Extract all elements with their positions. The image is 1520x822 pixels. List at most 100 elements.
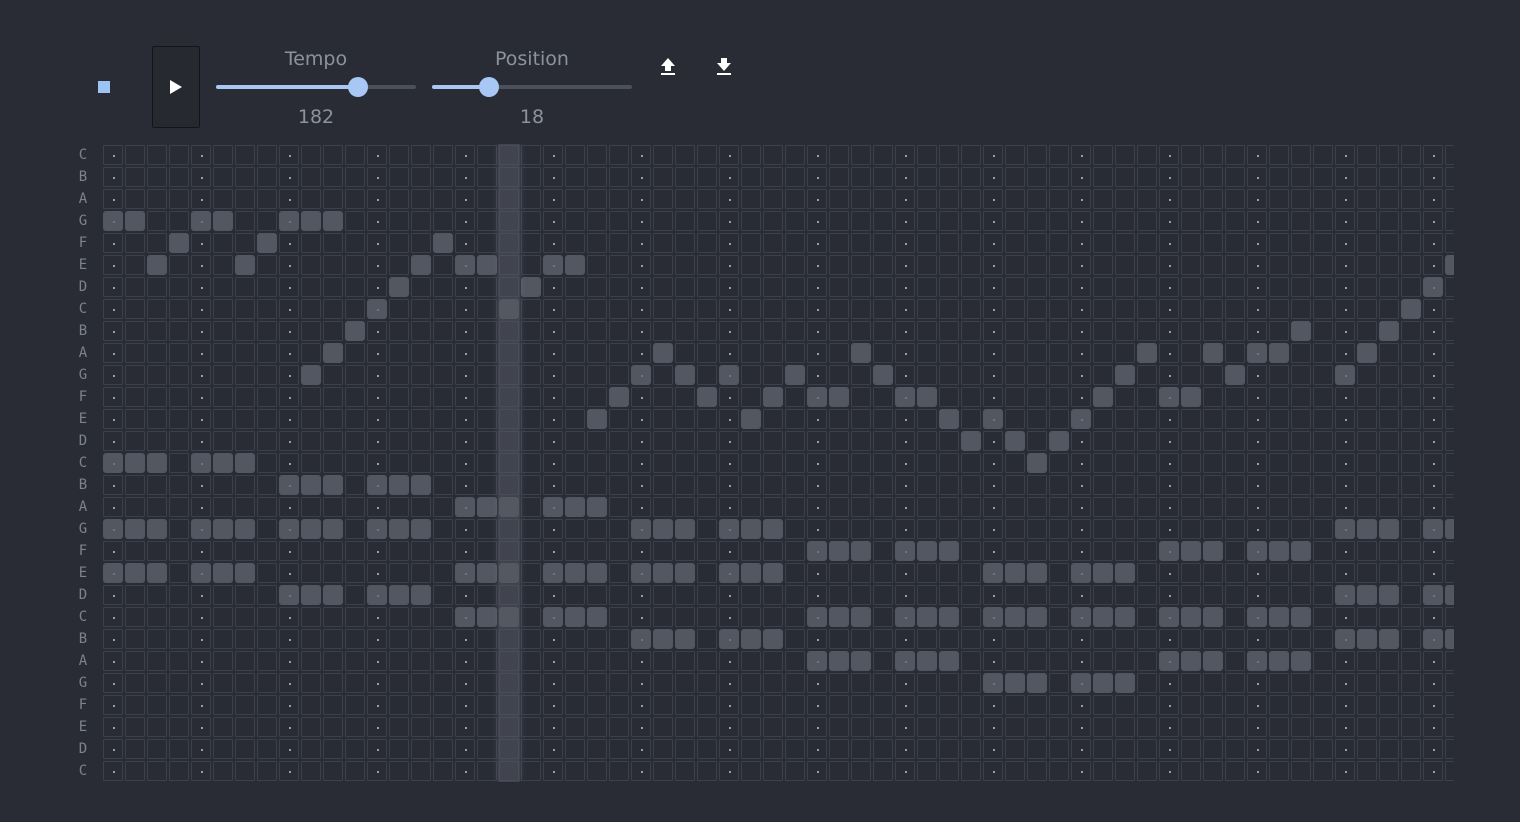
grid-cell[interactable] [1247,211,1267,231]
grid-cell[interactable] [1313,585,1333,605]
grid-cell-active[interactable] [521,277,541,297]
grid-cell[interactable] [1181,585,1201,605]
grid-cell-active[interactable] [1115,365,1135,385]
grid-cell[interactable] [741,475,761,495]
grid-cell[interactable] [961,343,981,363]
grid-cell[interactable] [213,673,233,693]
grid-cell-active[interactable] [1423,277,1443,297]
grid-cell[interactable] [675,585,695,605]
grid-cell[interactable] [1203,387,1223,407]
grid-cell[interactable] [1313,365,1333,385]
grid-cell[interactable] [323,277,343,297]
grid-cell[interactable] [983,761,1003,781]
grid-cell-active[interactable] [719,519,739,539]
grid-cell-active[interactable] [807,387,827,407]
grid-cell[interactable] [1115,431,1135,451]
grid-cell[interactable] [851,431,871,451]
grid-cell[interactable] [1335,761,1355,781]
grid-cell[interactable] [103,277,123,297]
grid-cell[interactable] [1423,255,1443,275]
grid-cell-active[interactable] [367,299,387,319]
grid-cell[interactable] [147,739,167,759]
grid-cell[interactable] [499,695,519,715]
grid-cell[interactable] [1401,761,1421,781]
grid-cell[interactable] [1093,629,1113,649]
grid-cell[interactable] [1335,343,1355,363]
grid-cell[interactable] [499,761,519,781]
grid-cell[interactable] [411,497,431,517]
grid-cell[interactable] [301,563,321,583]
grid-cell[interactable] [103,717,123,737]
grid-cell[interactable] [257,343,277,363]
grid-cell[interactable] [1225,321,1245,341]
grid-cell[interactable] [917,233,937,253]
grid-cell[interactable] [125,761,145,781]
grid-cell[interactable] [1423,717,1443,737]
grid-cell[interactable] [741,211,761,231]
grid-cell[interactable] [939,761,959,781]
grid-cell[interactable] [983,233,1003,253]
grid-cell[interactable] [125,629,145,649]
grid-cell[interactable] [1115,497,1135,517]
grid-cell[interactable] [169,255,189,275]
grid-cell[interactable] [961,233,981,253]
grid-cell[interactable] [125,189,145,209]
grid-cell-active[interactable] [213,453,233,473]
grid-cell[interactable] [455,651,475,671]
grid-cell[interactable] [323,541,343,561]
grid-cell[interactable] [1159,739,1179,759]
grid-cell[interactable] [1401,145,1421,165]
grid-cell-active[interactable] [609,387,629,407]
grid-cell[interactable] [1401,629,1421,649]
grid-cell[interactable] [983,629,1003,649]
grid-cell[interactable] [873,167,893,187]
grid-cell[interactable] [1049,739,1069,759]
grid-cell-active[interactable] [983,607,1003,627]
grid-cell[interactable] [433,299,453,319]
grid-cell[interactable] [301,541,321,561]
grid-cell[interactable] [697,343,717,363]
grid-cell[interactable] [389,717,409,737]
grid-cell[interactable] [1225,739,1245,759]
grid-cell[interactable] [103,607,123,627]
grid-cell[interactable] [609,343,629,363]
grid-cell[interactable] [587,387,607,407]
grid-cell[interactable] [565,189,585,209]
grid-cell[interactable] [939,563,959,583]
grid-cell[interactable] [1247,475,1267,495]
grid-cell[interactable] [1137,233,1157,253]
grid-cell[interactable] [411,211,431,231]
grid-cell[interactable] [917,343,937,363]
grid-cell[interactable] [323,409,343,429]
grid-cell-active[interactable] [1379,585,1399,605]
grid-cell[interactable] [345,607,365,627]
grid-cell[interactable] [279,761,299,781]
grid-cell[interactable] [279,607,299,627]
grid-cell[interactable] [1291,145,1311,165]
grid-cell-active[interactable] [147,255,167,275]
grid-cell[interactable] [851,255,871,275]
grid-cell[interactable] [785,145,805,165]
grid-cell[interactable] [1027,629,1047,649]
grid-cell[interactable] [653,277,673,297]
grid-cell[interactable] [433,365,453,385]
grid-cell[interactable] [521,563,541,583]
grid-cell-active[interactable] [323,211,343,231]
grid-cell[interactable] [1005,585,1025,605]
grid-cell[interactable] [1093,739,1113,759]
grid-cell[interactable] [477,211,497,231]
grid-cell[interactable] [499,673,519,693]
grid-cell[interactable] [1247,717,1267,737]
grid-cell[interactable] [829,629,849,649]
grid-cell[interactable] [279,343,299,363]
grid-cell-active[interactable] [477,255,497,275]
grid-cell[interactable] [1071,629,1091,649]
grid-cell-active[interactable] [851,343,871,363]
grid-cell-active[interactable] [1159,651,1179,671]
grid-cell[interactable] [257,585,277,605]
tempo-thumb[interactable] [348,77,368,97]
grid-cell[interactable] [1269,255,1289,275]
grid-cell[interactable] [433,651,453,671]
grid-cell[interactable] [499,717,519,737]
grid-cell-active[interactable] [807,541,827,561]
